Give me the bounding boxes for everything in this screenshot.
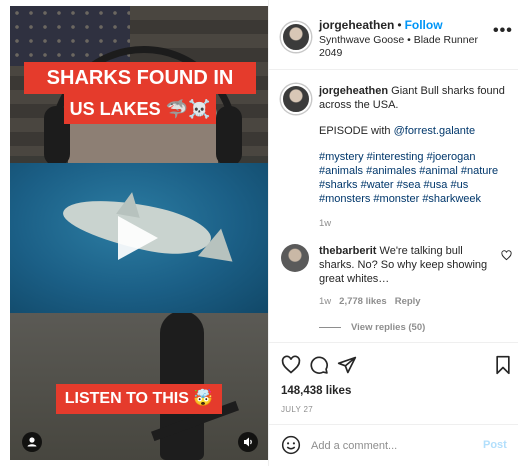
shark-fin — [116, 190, 144, 218]
video-caption-line-1: SHARKS FOUND IN — [24, 62, 256, 94]
comment-text: thebarberit We're talking bull sharks. N… — [319, 244, 495, 286]
comment-likes[interactable]: 2,778 likes — [339, 296, 387, 307]
headphone-right — [216, 106, 242, 166]
emoji-icon[interactable] — [281, 435, 301, 455]
comment-timestamp: 1w — [319, 296, 332, 307]
audio-toggle-icon — [244, 437, 252, 447]
speaker-icon[interactable] — [238, 432, 258, 452]
post-details: jorgeheathen • Follow Synthwave Goose • Bl… — [268, 0, 518, 466]
commenter-avatar[interactable] — [281, 244, 309, 272]
hashtag-list[interactable]: #mystery #interesting #joerogan #animals… — [319, 150, 509, 206]
replies-divider — [319, 326, 341, 328]
caption-text: jorgeheathen Giant Bull sharks found acr… — [319, 84, 509, 218]
like-heart-icon[interactable] — [281, 355, 301, 375]
episode-prefix: EPISODE with — [319, 125, 391, 137]
comment-bubble-icon[interactable] — [309, 355, 329, 375]
caption-author-avatar[interactable] — [281, 84, 311, 114]
add-comment-bar: Post — [269, 424, 518, 466]
author-line: jorgeheathen • Follow — [319, 18, 443, 32]
mention-link[interactable]: @forrest.galante — [394, 125, 476, 137]
post-comment-button[interactable]: Post — [483, 439, 507, 451]
share-plane-icon[interactable] — [337, 355, 357, 375]
post-header: jorgeheathen • Follow Synthwave Goose • Bl… — [269, 0, 518, 70]
video-caption-line-2: US LAKES 🦈☠️ — [64, 94, 216, 124]
caption-timestamp: 1w — [319, 218, 332, 229]
post-video[interactable]: SHARKS FOUND IN US LAKES 🦈☠️ LISTEN TO T… — [10, 6, 268, 460]
reply-button[interactable]: Reply — [395, 296, 421, 307]
heart-outline-icon — [501, 250, 512, 261]
play-icon[interactable] — [118, 216, 158, 260]
caption-username[interactable]: jorgeheathen — [319, 85, 388, 97]
comments-section: jorgeheathen Giant Bull sharks found acr… — [269, 72, 518, 348]
follow-button[interactable]: Follow — [405, 18, 443, 32]
view-replies-label: View replies (50) — [351, 322, 426, 333]
person-icon[interactable] — [22, 432, 42, 452]
audio-track-link[interactable]: Synthwave Goose • Blade Runner 2049 — [319, 34, 479, 60]
author-avatar[interactable] — [281, 22, 311, 52]
like-count[interactable]: 148,438 likes — [281, 385, 351, 397]
separator-dot: • — [397, 18, 402, 32]
post-date: JULY 27 — [281, 405, 314, 414]
bookmark-icon[interactable] — [493, 355, 513, 375]
comment-meta: 1w 2,778 likes Reply — [319, 296, 421, 307]
comment-input[interactable] — [311, 435, 471, 457]
tagged-user-icon — [27, 437, 37, 447]
comment-like-heart-icon[interactable] — [501, 250, 512, 264]
video-caption-line-3: LISTEN TO THIS 🤯 — [56, 384, 222, 414]
author-username[interactable]: jorgeheathen — [319, 18, 394, 32]
post-actions: 148,438 likes JULY 27 — [269, 342, 518, 422]
commenter-username[interactable]: thebarberit — [319, 245, 376, 257]
view-replies-button[interactable]: View replies (50) — [319, 322, 425, 333]
more-options-icon[interactable]: ••• — [493, 22, 513, 40]
